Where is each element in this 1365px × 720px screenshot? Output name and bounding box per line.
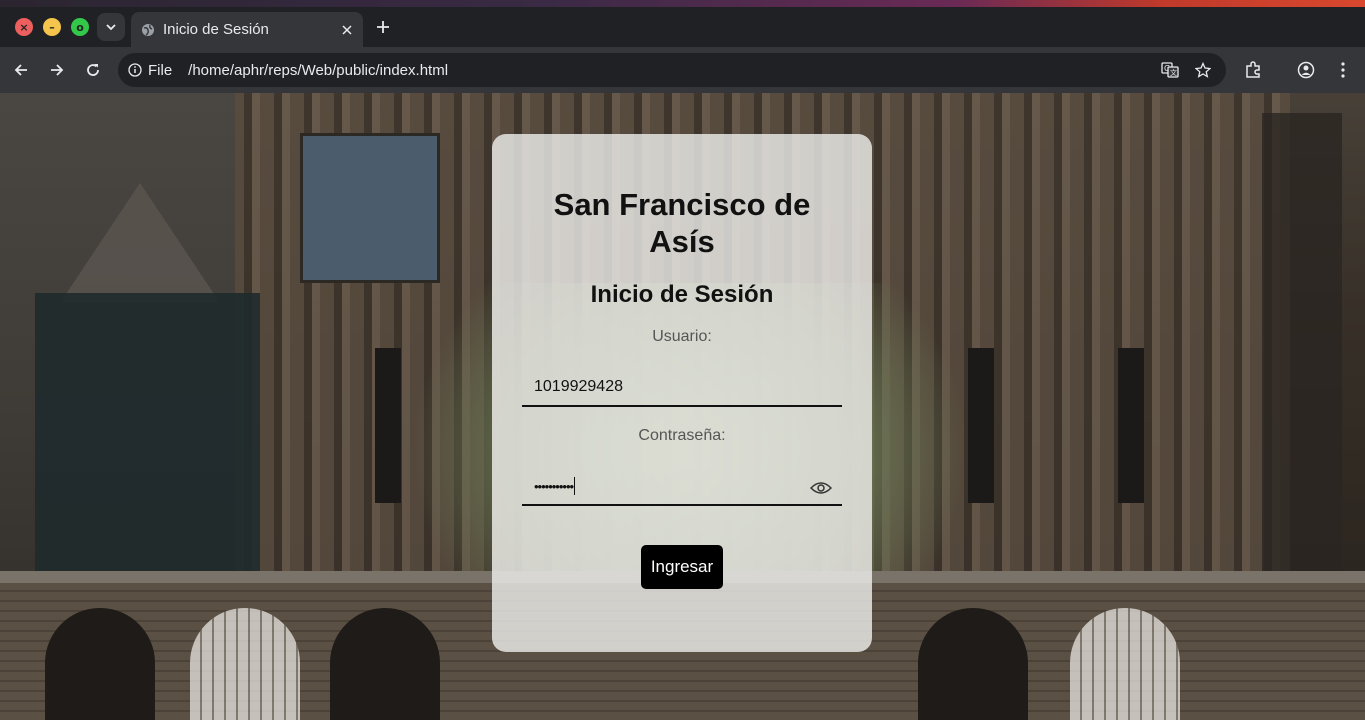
profile-button[interactable] bbox=[1292, 56, 1320, 84]
browser-menu-button[interactable] bbox=[1329, 56, 1357, 84]
arrow-right-icon bbox=[51, 64, 64, 76]
background-glass-window bbox=[300, 133, 440, 283]
school-name: San Francisco de Asís bbox=[553, 187, 811, 259]
login-submit-button[interactable]: Ingresar bbox=[641, 545, 723, 589]
site-info-button[interactable]: File bbox=[128, 62, 188, 79]
arrow-left-icon bbox=[14, 64, 27, 76]
globe-icon bbox=[142, 23, 154, 36]
back-button[interactable] bbox=[7, 56, 35, 84]
tab-title: Inicio de Sesión bbox=[163, 21, 269, 38]
tab-search-button[interactable] bbox=[97, 13, 125, 41]
login-card: San Francisco de Asís Inicio de Sesión U… bbox=[492, 134, 872, 652]
background-arch bbox=[330, 608, 440, 720]
background-slit-window bbox=[1118, 348, 1144, 503]
password-field[interactable]: ••••••••••• bbox=[522, 468, 842, 506]
browser-tab-strip: × – o Inicio de Sesión bbox=[0, 0, 1365, 47]
forward-button[interactable] bbox=[43, 56, 71, 84]
url-text[interactable]: /home/aphr/reps/Web/public/index.html bbox=[188, 62, 448, 79]
tab-active[interactable]: Inicio de Sesión bbox=[131, 12, 363, 47]
close-icon bbox=[342, 24, 352, 35]
kebab-menu-icon bbox=[1341, 62, 1345, 78]
extensions-button[interactable] bbox=[1239, 56, 1267, 84]
chevron-down-icon bbox=[106, 24, 116, 31]
username-value: 1019929428 bbox=[534, 378, 623, 395]
background-arch-window bbox=[1070, 608, 1180, 720]
svg-text:文: 文 bbox=[1170, 68, 1177, 77]
page-viewport: San Francisco de Asís Inicio de Sesión U… bbox=[0, 93, 1365, 720]
username-field[interactable]: 1019929428 bbox=[522, 369, 842, 407]
background-right-window bbox=[1262, 113, 1342, 573]
translate-icon: G文 bbox=[1161, 62, 1179, 78]
minimize-icon: – bbox=[49, 20, 55, 34]
close-icon: × bbox=[19, 20, 29, 34]
reload-button[interactable] bbox=[79, 56, 107, 84]
background-arch-window bbox=[190, 608, 300, 720]
puzzle-icon bbox=[1246, 61, 1260, 78]
url-scheme-label: File bbox=[148, 61, 173, 79]
maximize-icon: o bbox=[76, 20, 84, 34]
plus-icon bbox=[377, 21, 389, 33]
new-tab-button[interactable] bbox=[370, 14, 396, 40]
address-bar[interactable]: File /home/aphr/reps/Web/public/index.ht… bbox=[118, 53, 1226, 87]
reload-icon bbox=[87, 64, 99, 76]
bookmark-button[interactable] bbox=[1190, 57, 1216, 83]
tab-close-button[interactable] bbox=[335, 18, 359, 42]
translate-button[interactable]: G文 bbox=[1157, 57, 1183, 83]
profile-icon bbox=[1297, 61, 1315, 79]
username-label: Usuario: bbox=[652, 328, 712, 345]
background-arch bbox=[918, 608, 1028, 720]
background-slit-window bbox=[375, 348, 401, 503]
password-label: Contraseña: bbox=[638, 427, 726, 444]
window-maximize-button[interactable]: o bbox=[71, 18, 89, 36]
show-password-button[interactable] bbox=[809, 480, 833, 501]
text-caret bbox=[574, 477, 576, 495]
background-slit-window bbox=[968, 348, 994, 503]
background-arch bbox=[45, 608, 155, 720]
window-minimize-button[interactable]: – bbox=[43, 18, 61, 36]
tab-strip-accent bbox=[0, 0, 1365, 7]
window-close-button[interactable]: × bbox=[15, 18, 33, 36]
eye-icon bbox=[809, 482, 833, 494]
login-heading: Inicio de Sesión bbox=[590, 281, 774, 308]
browser-toolbar: File /home/aphr/reps/Web/public/index.ht… bbox=[0, 47, 1365, 93]
password-value: ••••••••••• bbox=[534, 478, 574, 494]
star-icon bbox=[1195, 62, 1211, 78]
info-icon bbox=[128, 63, 142, 77]
